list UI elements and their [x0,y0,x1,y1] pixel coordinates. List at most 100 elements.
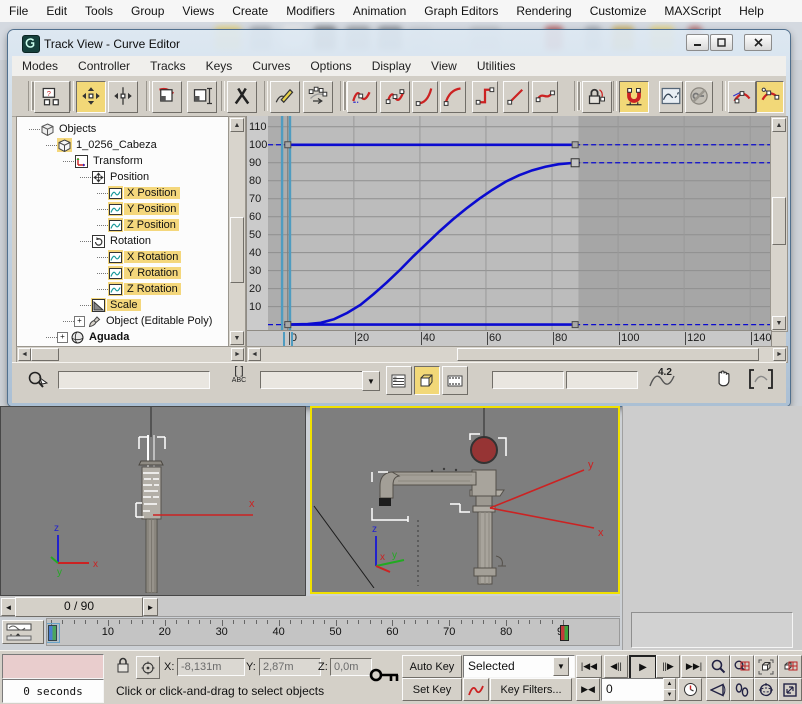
current-frame-indicator[interactable] [46,623,60,643]
selected-key[interactable] [571,159,579,167]
set-tangents-custom-button[interactable] [380,81,410,113]
tree-vscrollbar[interactable]: ▲ ▼ [228,116,246,347]
zoom-region-icon[interactable] [748,368,774,393]
tv-menu-controller[interactable]: Controller [68,59,140,73]
open-mini-curve-editor-button[interactable] [2,620,44,644]
scroll-up-icon[interactable]: ▲ [230,118,244,132]
key[interactable] [285,142,291,148]
set-tangents-slow-button[interactable] [440,81,466,113]
go-to-start-button[interactable]: |◀◀ [576,655,602,678]
track-name-field[interactable] [58,371,210,389]
tv-menu-tracks[interactable]: Tracks [140,59,196,73]
tv-menu-options[interactable]: Options [300,59,361,73]
maxscript-listener-pink[interactable] [2,654,104,679]
graph-hscrollbar[interactable]: ◄ ► [246,346,788,363]
scroll-right-icon[interactable]: ► [231,348,244,361]
set-tangents-smooth-button[interactable] [532,81,558,113]
set-tangents-fast-button[interactable] [412,81,438,113]
close-button[interactable] [744,34,772,51]
set-key-icon[interactable] [368,656,400,697]
set-tangents-step-button[interactable] [472,81,498,113]
scale-keys-button[interactable] [152,81,182,113]
key-mode-toggle-button[interactable]: ▶◀ [576,678,600,701]
key[interactable] [572,142,578,148]
expand-icon[interactable]: + [57,332,68,343]
tree-item-y-rotation[interactable]: Y Rotation [17,265,229,281]
box-mode-button[interactable] [414,366,440,395]
scroll-left-icon[interactable]: ◄ [18,348,31,361]
selection-lock-icon[interactable] [116,657,130,677]
draw-curves-button[interactable] [270,81,300,113]
key-value-field[interactable] [566,371,638,389]
curve-plot[interactable] [268,116,770,330]
tree-item-x-position[interactable]: X Position [17,185,229,201]
key[interactable] [572,322,578,328]
add-keys-button[interactable] [227,81,257,113]
tree-item-z-rotation[interactable]: Z Rotation [17,281,229,297]
time-slider-next-icon[interactable]: ► [143,598,158,616]
set-key-button[interactable]: Set Key [402,678,462,701]
go-to-end-button[interactable]: ▶▶| [681,655,707,678]
expand-icon[interactable]: + [74,316,85,327]
menu-create[interactable]: Create [223,4,277,18]
tree-item-aguada[interactable]: +Aguada [17,329,229,345]
time-slider-handle[interactable]: 0 / 90 [15,597,143,617]
tv-menu-view[interactable]: View [421,59,467,73]
current-frame-field[interactable]: 0 [601,678,667,701]
auto-key-button[interactable]: Auto Key [402,655,462,678]
tree-item-1-0256-cabeza[interactable]: 1_0256_Cabeza [17,137,229,153]
scroll-down-icon[interactable]: ▼ [772,316,786,330]
y-coord-field[interactable]: 2,87m [259,658,321,676]
absolute-mode-button[interactable] [136,656,160,679]
scroll-up-icon[interactable]: ▲ [772,118,786,132]
menu-animation[interactable]: Animation [344,4,415,18]
menu-tools[interactable]: Tools [76,4,122,18]
reduce-keys-button[interactable] [303,81,333,113]
key-filters-button[interactable]: Key Filters... [490,678,572,701]
lock-tangents-button[interactable] [582,81,612,113]
arc-rotate-icon[interactable] [754,678,778,701]
previous-frame-button[interactable]: ◀|| [604,655,628,678]
zoom-extents-icon[interactable] [754,655,778,678]
maxscript-listener-white[interactable]: 0 seconds [2,679,104,703]
tree-item-object-editable-poly[interactable]: +Object (Editable Poly) [17,313,229,329]
time-slider[interactable]: ◄ 0 / 90 ► [0,596,620,617]
tree-hscrollbar[interactable]: ◄ ► [16,346,246,363]
snap-frames-button[interactable] [619,81,649,113]
slide-keys-button[interactable] [108,81,138,113]
tree-item-rotation[interactable]: Rotation [17,233,229,249]
menu-customize[interactable]: Customize [581,4,656,18]
edit-track-set-icon[interactable]: [ ] ABC [226,366,252,392]
time-slider-prev-icon[interactable]: ◄ [1,598,16,616]
show-tangents-button[interactable] [728,81,756,113]
track-set-dropdown-arrow-icon[interactable]: ▼ [362,371,380,391]
trackbar-key[interactable] [560,625,569,641]
zoom-selected-icon[interactable] [26,370,48,395]
menu-help[interactable]: Help [730,4,773,18]
selection-set-dropdown-arrow-icon[interactable]: ▼ [553,657,569,676]
menu-views[interactable]: Views [173,4,223,18]
viewport-right-active[interactable]: y x z y x [310,406,620,594]
viewport-left[interactable]: x z x y [0,406,306,596]
set-tangents-auto-button[interactable] [347,81,377,113]
tree-item-z-position[interactable]: Z Position [17,217,229,233]
zoom-icon[interactable] [706,655,730,678]
tree-item-y-position[interactable]: Y Position [17,201,229,217]
show-keyable-icons-button[interactable] [685,81,713,113]
key[interactable] [285,322,291,328]
set-tangents-linear-button[interactable] [503,81,529,113]
param-curve-out-of-range-button[interactable] [659,81,683,113]
maximize-button[interactable] [710,34,733,51]
tree-item-x-rotation[interactable]: X Rotation [17,249,229,265]
curves-list-mode-button[interactable] [386,366,412,395]
tv-menu-modes[interactable]: Modes [12,59,68,73]
tree-item-transform[interactable]: Transform [17,153,229,169]
tree-item-objects[interactable]: Objects [17,121,229,137]
pan-view-icon[interactable] [730,678,754,701]
scroll-down-icon[interactable]: ▼ [230,331,244,345]
minimize-button[interactable] [686,34,709,51]
show-selected-key-stats-button[interactable]: 4.2 [648,366,682,392]
scroll-right-icon[interactable]: ► [773,348,786,361]
zoom-all-icon[interactable] [730,655,754,678]
tv-menu-utilities[interactable]: Utilities [467,59,526,73]
